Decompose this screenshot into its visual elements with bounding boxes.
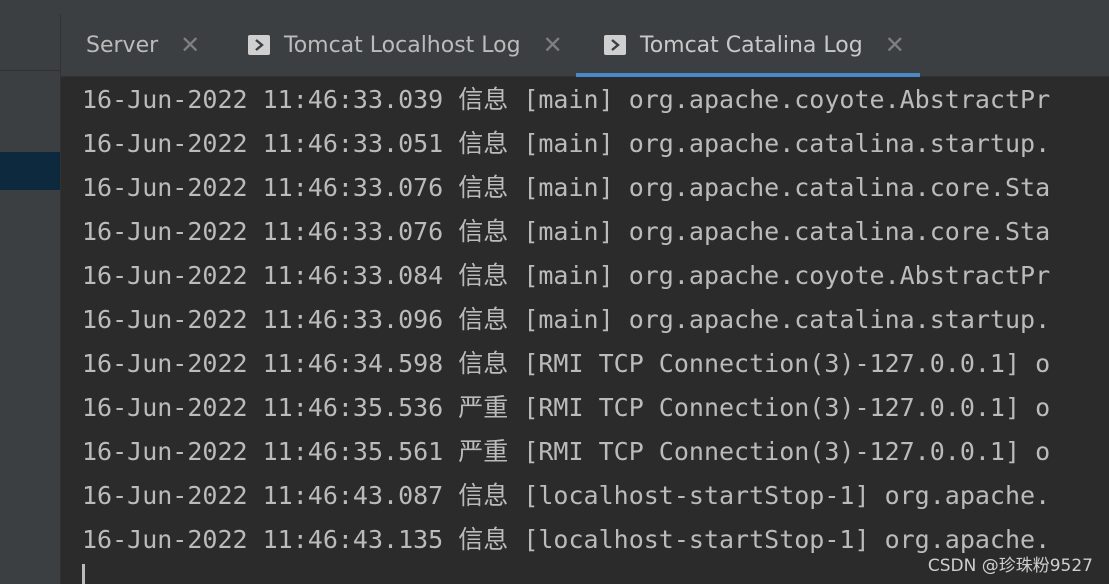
tab-tomcat-catalina-log[interactable]: Tomcat Catalina Log ✕ <box>576 14 920 77</box>
console-tab-bar: Server ✕ Tomcat Localhost Log ✕ Tomcat C… <box>61 14 1109 77</box>
log-line: 16-Jun-2022 11:46:33.096 信息 [main] org.a… <box>82 305 1051 334</box>
left-tool-panel <box>0 14 61 584</box>
log-line: 16-Jun-2022 11:46:34.598 信息 [RMI TCP Con… <box>82 349 1051 378</box>
log-console-output[interactable]: 16-Jun-2022 11:46:33.039 信息 [main] org.a… <box>61 77 1109 584</box>
log-line: 16-Jun-2022 11:46:43.135 信息 [localhost-s… <box>82 525 1051 554</box>
console-log-icon <box>604 35 626 55</box>
close-icon[interactable]: ✕ <box>180 33 200 57</box>
tab-tomcat-localhost-log[interactable]: Tomcat Localhost Log ✕ <box>248 14 573 76</box>
log-line: 16-Jun-2022 11:46:43.087 信息 [localhost-s… <box>82 481 1051 510</box>
tab-server-label: Server <box>86 32 159 58</box>
left-panel-header <box>0 14 60 71</box>
console-log-icon <box>248 35 270 55</box>
log-line: 16-Jun-2022 11:46:33.076 信息 [main] org.a… <box>82 217 1051 246</box>
log-line: 16-Jun-2022 11:46:33.076 信息 [main] org.a… <box>82 173 1051 202</box>
tab-tomcat-catalina-log-label: Tomcat Catalina Log <box>640 32 863 58</box>
log-line: 16-Jun-2022 11:46:35.561 严重 [RMI TCP Con… <box>82 437 1051 466</box>
left-panel-selected-item[interactable] <box>0 152 60 190</box>
log-line: 16-Jun-2022 11:46:33.084 信息 [main] org.a… <box>82 261 1051 290</box>
watermark: CSDN @珍珠粉9527 <box>927 556 1093 576</box>
tab-server[interactable]: Server ✕ <box>86 14 236 76</box>
log-line: 16-Jun-2022 11:46:35.536 严重 [RMI TCP Con… <box>82 393 1051 422</box>
log-line: 16-Jun-2022 11:46:33.039 信息 [main] org.a… <box>82 85 1051 114</box>
text-caret <box>82 564 85 584</box>
tab-tomcat-localhost-log-label: Tomcat Localhost Log <box>284 32 521 58</box>
close-icon[interactable]: ✕ <box>885 33 905 57</box>
close-icon[interactable]: ✕ <box>543 33 563 57</box>
log-line: 16-Jun-2022 11:46:33.051 信息 [main] org.a… <box>82 129 1051 158</box>
window-top-strip <box>0 0 1109 15</box>
